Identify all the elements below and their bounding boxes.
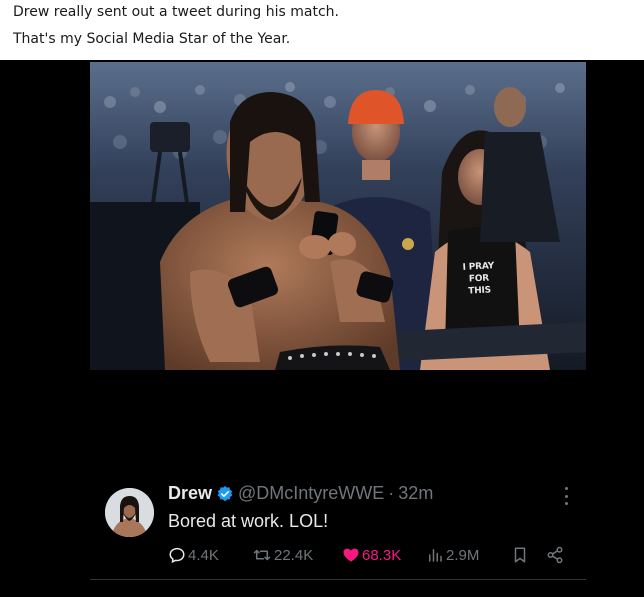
timestamp[interactable]: 32m xyxy=(398,483,433,504)
repost-button[interactable]: 22.4K xyxy=(252,544,313,566)
tweet-divider xyxy=(90,579,586,580)
wrestler-photo-illustration xyxy=(90,62,586,370)
view-count: 2.9M xyxy=(446,546,480,564)
post-caption: Drew really sent out a tweet during his … xyxy=(0,0,644,60)
tweet-header: Drew @DMcIntyreWWE · 32m xyxy=(168,483,433,504)
like-count: 68.3K xyxy=(362,546,402,564)
share-button[interactable] xyxy=(546,544,566,566)
embedded-tweet-screenshot: I PRAY FOR THIS Drew @DMcIntyreWWE · 32m xyxy=(0,60,644,597)
caption-line-2: That's my Social Media Star of the Year. xyxy=(13,31,291,47)
tweet-photo[interactable]: I PRAY FOR THIS xyxy=(90,62,586,370)
more-options-icon[interactable] xyxy=(563,487,569,505)
reply-count: 4.4K xyxy=(188,546,219,564)
shirt-text-line-2: FOR THIS xyxy=(468,273,492,297)
analytics-icon xyxy=(429,549,442,562)
shirt-text: I PRAY FOR THIS xyxy=(456,260,502,298)
verified-badge-icon xyxy=(217,485,233,501)
caption-line-1: Drew really sent out a tweet during his … xyxy=(13,4,339,20)
reply-button[interactable]: 4.4K xyxy=(168,544,219,566)
avatar-image xyxy=(105,488,154,537)
reply-icon xyxy=(169,547,185,563)
user-handle[interactable]: @DMcIntyreWWE xyxy=(238,483,384,504)
display-name[interactable]: Drew xyxy=(168,483,212,504)
tweet-text: Bored at work. LOL! xyxy=(168,511,329,531)
share-icon xyxy=(547,546,563,564)
repost-count: 22.4K xyxy=(274,546,314,564)
avatar[interactable] xyxy=(105,488,154,537)
tweet-actions: 4.4K 22.4K 68.3K 2.9M xyxy=(168,544,568,566)
bookmark-icon xyxy=(514,547,526,563)
like-button[interactable]: 68.3K xyxy=(342,544,401,566)
views-button[interactable]: 2.9M xyxy=(426,544,479,566)
heart-icon xyxy=(343,548,359,562)
header-separator: · xyxy=(388,483,395,503)
bookmark-button[interactable] xyxy=(511,544,531,566)
tweet: Drew @DMcIntyreWWE · 32m Bored at work. … xyxy=(90,476,586,580)
repost-icon xyxy=(253,549,271,561)
